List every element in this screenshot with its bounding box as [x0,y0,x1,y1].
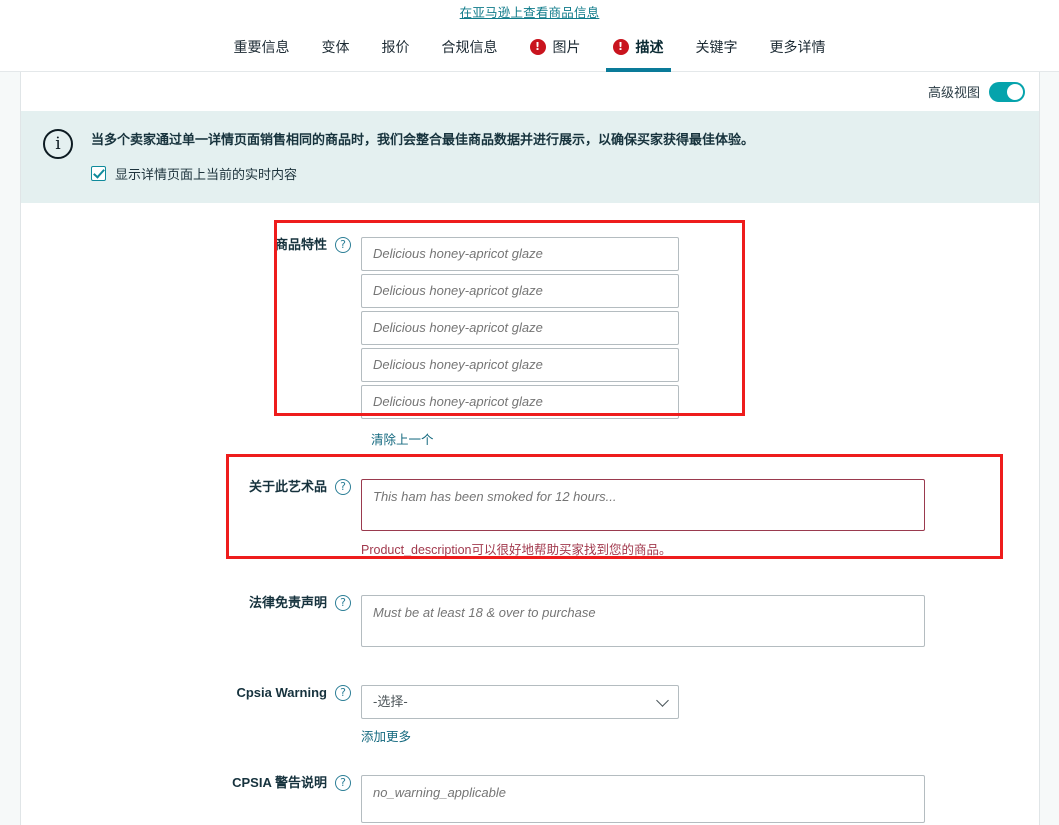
field-product-description: 关于此艺术品 ? Product_description可以很好地帮助买家找到您… [21,479,1039,558]
cpsia-warning-select[interactable]: -选择- [361,685,679,719]
help-icon-bullet-points[interactable]: ? [335,237,351,253]
legal-disclaimer-control [361,595,1039,647]
cpsia-add-more-link[interactable]: 添加更多 [361,726,411,745]
legal-disclaimer-textarea[interactable] [361,595,925,647]
bullet-points-label: 商品特性 [275,238,327,251]
error-badge-icon: ! [613,39,629,55]
field-legal-disclaimer: 法律免责声明 ? [21,595,1039,647]
bullet-point-input-5[interactable] [361,385,679,419]
tab-label: 更多详情 [770,37,826,57]
tab-0[interactable]: 重要信息 [218,22,306,71]
cpsia-warning-description-label: CPSIA 警告说明 [232,776,327,789]
tab-label: 描述 [636,37,664,57]
cpsia-warning-control: -选择- 添加更多 [361,685,1039,746]
help-icon-legal-disclaimer[interactable]: ? [335,595,351,611]
info-banner: i 当多个卖家通过单一详情页面销售相同的商品时，我们会整合最佳商品数据并进行展示… [21,111,1039,203]
info-banner-message: 当多个卖家通过单一详情页面销售相同的商品时，我们会整合最佳商品数据并进行展示，以… [91,130,754,150]
bullet-points-label-group: 商品特性 ? [21,237,361,253]
legal-disclaimer-label-group: 法律免责声明 ? [21,595,361,611]
tab-7[interactable]: 更多详情 [754,22,842,71]
help-icon-product-description[interactable]: ? [335,479,351,495]
product-description-control: Product_description可以很好地帮助买家找到您的商品。 [361,479,1039,558]
cpsia-warning-description-label-group: CPSIA 警告说明 ? [21,775,361,791]
content-card: 高级视图 i 当多个卖家通过单一详情页面销售相同的商品时，我们会整合最佳商品数据… [20,72,1040,825]
help-icon-cpsia-warning[interactable]: ? [335,685,351,701]
advanced-view-label: 高级视图 [928,82,980,101]
tab-2[interactable]: 报价 [366,22,426,71]
page-background: 高级视图 i 当多个卖家通过单一详情页面销售相同的商品时，我们会整合最佳商品数据… [0,72,1059,825]
tab-label: 合规信息 [442,37,498,57]
tab-label: 变体 [322,37,350,57]
tab-6[interactable]: 关键字 [680,22,754,71]
clear-last-bullet-link[interactable]: 清除上一个 [371,429,434,448]
cpsia-warning-label: Cpsia Warning [236,686,327,699]
product-description-textarea[interactable] [361,479,925,531]
cpsia-warning-label-group: Cpsia Warning ? [21,685,361,701]
live-content-checkbox[interactable] [91,166,106,181]
advanced-view-toggle[interactable] [989,82,1025,102]
product-tab-bar: 重要信息 变体 报价 合规信息! 图片! 描述 关键字 更多详情 [0,22,1059,72]
bullet-point-input-1[interactable] [361,237,679,271]
legal-disclaimer-label: 法律免责声明 [249,596,327,609]
tab-4[interactable]: ! 图片 [514,22,597,71]
tab-label: 重要信息 [234,37,290,57]
top-link-bar: 在亚马逊上查看商品信息 [0,0,1059,22]
product-description-label: 关于此艺术品 [249,480,327,493]
field-cpsia-warning-description: CPSIA 警告说明 ? [21,775,1039,823]
bullet-points-inputs [361,237,1039,422]
info-icon: i [43,129,73,159]
cpsia-warning-description-control [361,775,1039,823]
bullet-point-input-2[interactable] [361,274,679,308]
tab-label: 报价 [382,37,410,57]
tab-label: 关键字 [696,37,738,57]
bullet-point-input-3[interactable] [361,311,679,345]
help-icon-cpsia-warning-description[interactable]: ? [335,775,351,791]
error-badge-icon: ! [530,39,546,55]
live-content-checkbox-row[interactable]: 显示详情页面上当前的实时内容 [91,164,754,183]
field-bullet-points: 商品特性 ? [21,237,1039,422]
bullet-point-input-4[interactable] [361,348,679,382]
info-banner-body: 当多个卖家通过单一详情页面销售相同的商品时，我们会整合最佳商品数据并进行展示，以… [91,127,754,183]
cpsia-warning-select-wrap: -选择- [361,685,679,719]
description-form: 商品特性 ? 清除上一个 关于此艺术品 ? Product_descriptio… [21,203,1039,823]
tab-label: 图片 [553,37,581,57]
field-cpsia-warning: Cpsia Warning ? -选择- 添加更多 [21,685,1039,746]
view-on-amazon-link[interactable]: 在亚马逊上查看商品信息 [460,2,600,21]
cpsia-warning-description-textarea[interactable] [361,775,925,823]
tab-3[interactable]: 合规信息 [426,22,514,71]
live-content-checkbox-label: 显示详情页面上当前的实时内容 [115,164,297,183]
product-description-error: Product_description可以很好地帮助买家找到您的商品。 [361,539,1039,558]
product-description-label-group: 关于此艺术品 ? [21,479,361,495]
tab-5[interactable]: ! 描述 [597,22,680,71]
advanced-view-row: 高级视图 [21,72,1039,111]
toggle-knob [1007,84,1023,100]
tab-1[interactable]: 变体 [306,22,366,71]
